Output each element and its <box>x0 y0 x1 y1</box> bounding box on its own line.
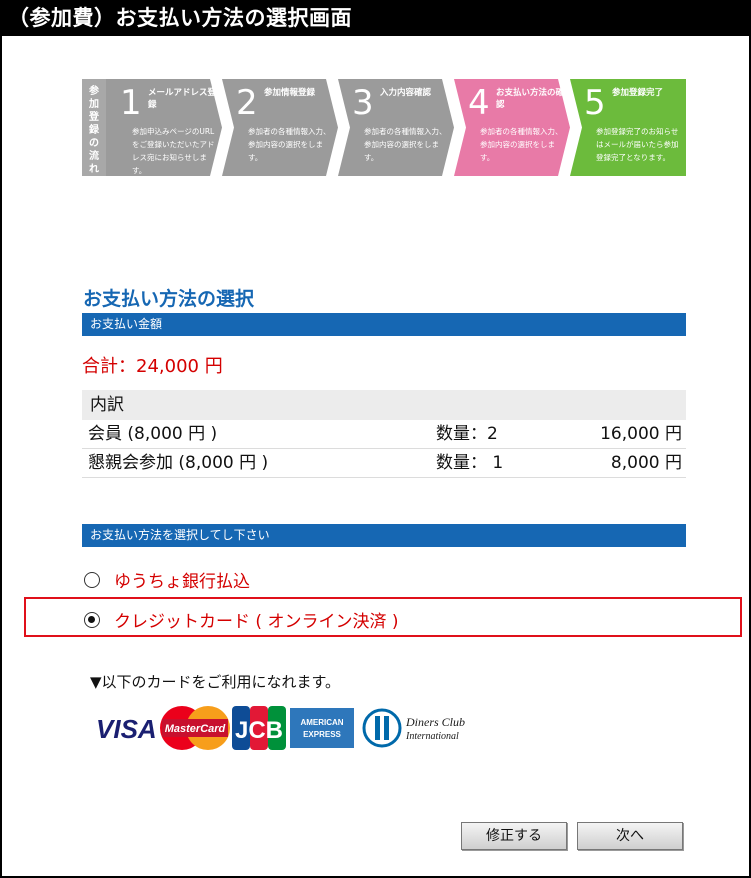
flow-step-1: 1 メールアドレス登録 参加申込みページのURLをご登録いただいたアドレス宛にお… <box>106 79 222 176</box>
amex-text-bottom: EXPRESS <box>303 730 341 739</box>
step-number: 5 <box>584 83 606 123</box>
flow-step-3: 3 入力内容確認 参加者の各種情報入力、参加内容の選択をします。 <box>338 79 454 176</box>
radio-bank[interactable] <box>84 571 100 588</box>
mastercard-logo: MasterCard <box>160 706 230 750</box>
jcb-logo: JCB <box>232 706 286 750</box>
flow-header-char: 録 <box>89 125 99 136</box>
step-number: 3 <box>352 83 374 123</box>
row-quantity: 数量： 1 <box>436 453 504 473</box>
step-number: 4 <box>468 83 490 123</box>
breakdown-header: 内訳 <box>82 390 686 420</box>
card-logos: VISA MasterCard JCB AMERICAN EXPRESS Din… <box>96 706 465 750</box>
payment-option-credit-card[interactable]: クレジットカード ( オンライン決済 ) <box>84 607 398 632</box>
flow-header-char: 参 <box>89 86 99 97</box>
row-item: 会員 (8,000 円 ) <box>88 424 218 444</box>
flow-step-4: 4 お支払い方法の確認 参加者の各種情報入力、参加内容の選択をします。 <box>454 79 570 176</box>
step-description: 参加者の各種情報入力、参加内容の選択をします。 <box>364 127 447 162</box>
window-title: （参加費）お支払い方法の選択画面 <box>0 0 751 36</box>
diners-logo: Diners Club International <box>362 708 465 748</box>
method-section-bar: お支払い方法を選択してし下さい <box>82 524 686 547</box>
cards-note: ▼以下のカードをご利用になれます。 <box>90 673 341 691</box>
radio-credit-card[interactable] <box>84 611 100 628</box>
row-amount: 16,000 円 <box>600 424 682 444</box>
step-title: 参加情報登録 <box>264 88 316 98</box>
table-row: 会員 (8,000 円 ) 数量：2 16,000 円 <box>82 420 686 449</box>
step-title: お支払い方法の確認 <box>496 88 565 110</box>
row-item: 懇親会参加 (8,000 円 ) <box>88 453 269 473</box>
step-title: メールアドレス登録 <box>148 88 217 110</box>
step-description: 参加登録完了のお知らせはメールが届いたら参加登録完了となります。 <box>596 127 679 162</box>
flow-header-char: 流 <box>89 151 99 162</box>
amount-section-bar: お支払い金額 <box>82 313 686 336</box>
step-number: 2 <box>236 83 258 123</box>
next-button[interactable]: 次へ <box>577 822 683 850</box>
amex-text-top: AMERICAN <box>300 718 343 727</box>
flow-step-5: 5 参加登録完了 参加登録完了のお知らせはメールが届いたら参加登録完了となります… <box>570 79 686 176</box>
edit-button[interactable]: 修正する <box>461 822 567 850</box>
step-description: 参加者の各種情報入力、参加内容の選択をします。 <box>248 127 331 162</box>
page-title: お支払い方法の選択 <box>83 288 255 310</box>
visa-logo: VISA <box>96 714 157 744</box>
total-amount: 合計：24,000 円 <box>82 356 223 377</box>
row-amount: 8,000 円 <box>610 453 682 473</box>
diners-text-top: Diners Club <box>405 715 465 729</box>
breakdown-table: 内訳 会員 (8,000 円 ) 数量：2 16,000 円 懇親会参加 (8,… <box>82 390 686 478</box>
flow-header-char: の <box>89 138 99 149</box>
step-description: 参加者の各種情報入力、参加内容の選択をします。 <box>480 127 563 162</box>
flow-header-char: 加 <box>89 99 99 110</box>
row-quantity: 数量：2 <box>436 424 498 444</box>
option-label[interactable]: クレジットカード ( オンライン決済 ) <box>114 607 398 632</box>
amex-logo: AMERICAN EXPRESS <box>290 708 354 748</box>
flow-step-2: 2 参加情報登録 参加者の各種情報入力、参加内容の選択をします。 <box>222 79 338 176</box>
flow-header: 参 加 登 録 の 流 れ <box>82 79 106 176</box>
payment-option-bank[interactable]: ゆうちょ銀行払込 <box>84 567 250 592</box>
step-number: 1 <box>120 83 142 123</box>
step-description: 参加申込みページのURLをご登録いただいたアドレス宛にお知らせします。 <box>132 127 215 175</box>
step-title: 入力内容確認 <box>380 88 432 98</box>
flow-header-char: れ <box>89 164 99 175</box>
diners-text-bottom: International <box>405 731 459 742</box>
flow-header-char: 登 <box>89 112 99 123</box>
option-label[interactable]: ゆうちょ銀行払込 <box>114 567 250 592</box>
registration-flow: 参 加 登 録 の 流 れ 1 メールアドレス登録 参加申込みページのURLをご… <box>82 79 686 176</box>
jcb-text: JCB <box>235 717 283 744</box>
table-row: 懇親会参加 (8,000 円 ) 数量： 1 8,000 円 <box>82 449 686 478</box>
mastercard-text: MasterCard <box>165 723 226 735</box>
step-title: 参加登録完了 <box>612 88 664 98</box>
